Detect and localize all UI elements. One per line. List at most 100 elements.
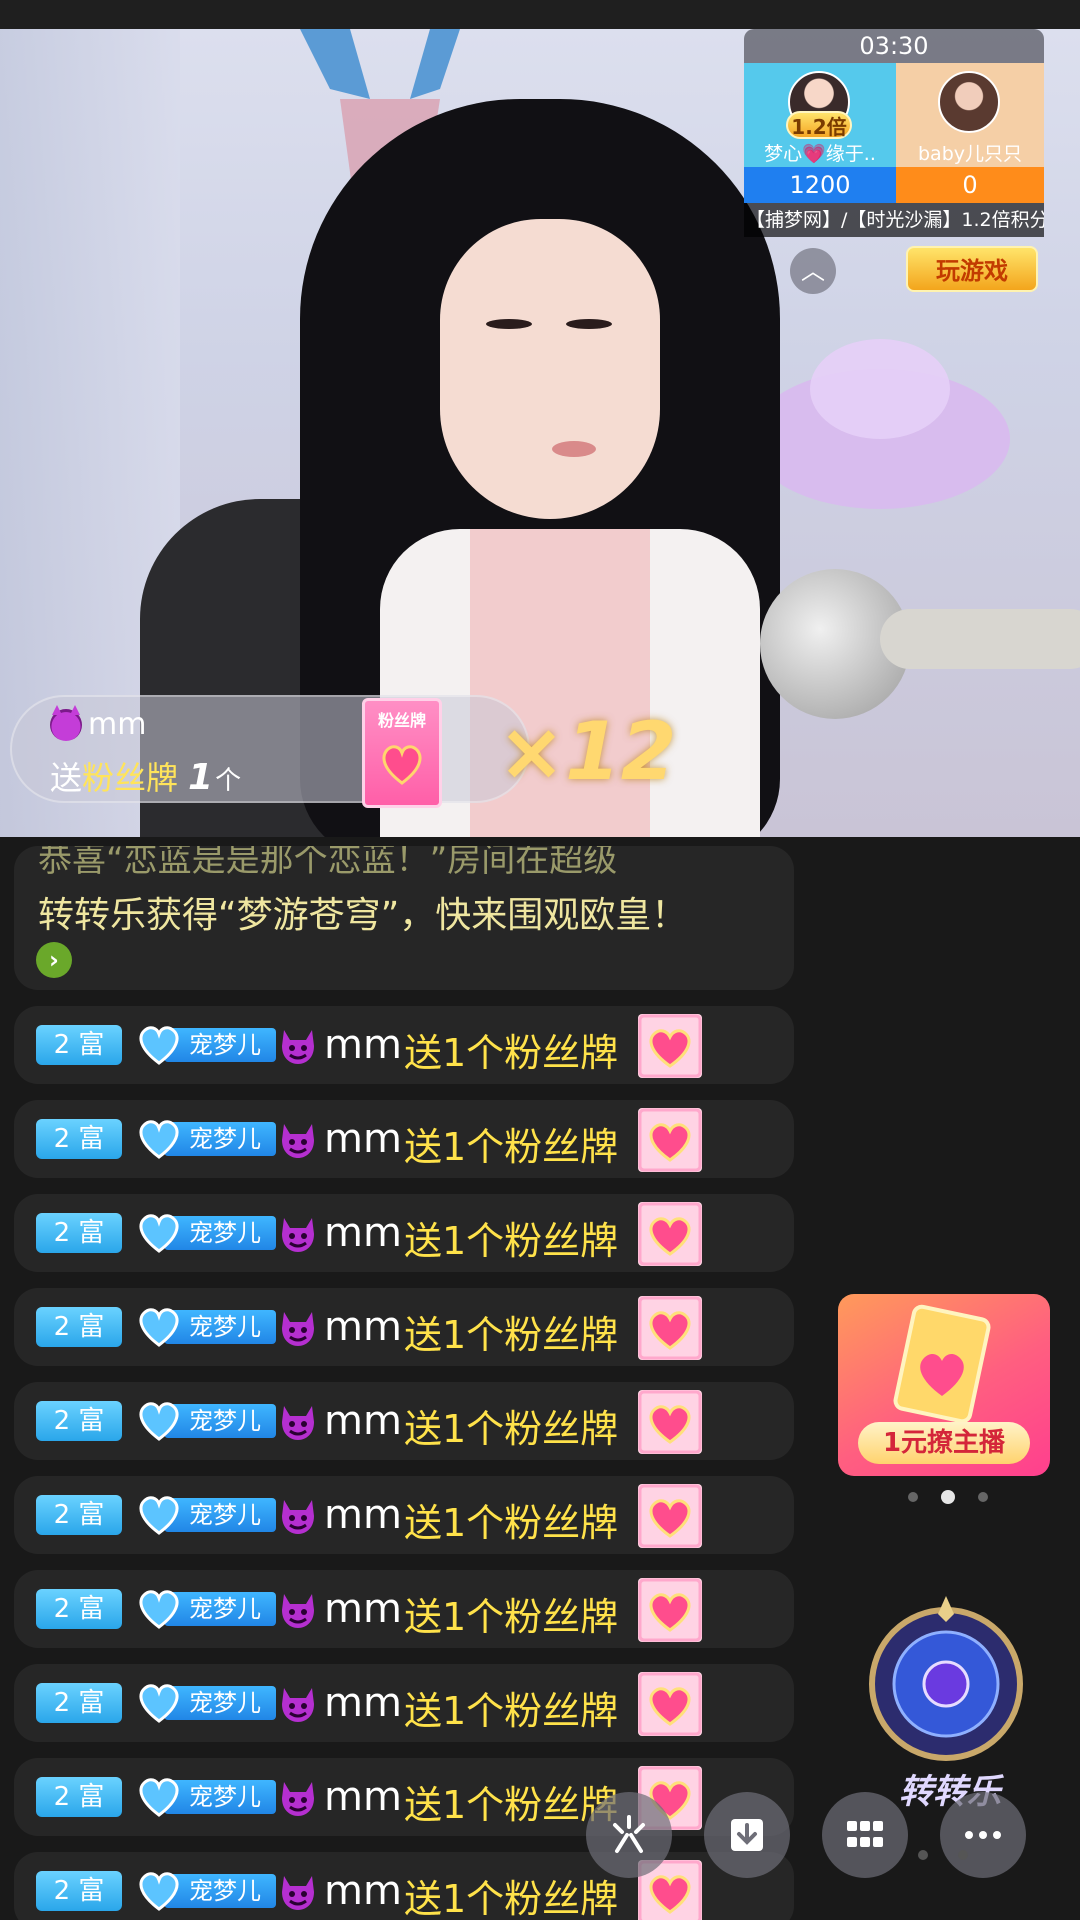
chat-row[interactable]: 2 富宠梦儿 mm 送1个粉丝牌 <box>14 1852 794 1920</box>
heart-icon <box>382 745 422 785</box>
chat-action-text: 送1个粉丝牌 <box>404 1407 619 1451</box>
heart-icon <box>139 1120 179 1159</box>
chat-action-text: 送1个粉丝牌 <box>404 1595 619 1639</box>
chat-action-text: 送1个粉丝牌 <box>404 1501 619 1545</box>
fan-card-gift-icon <box>638 1014 702 1078</box>
pk-left-score: 1200 <box>744 167 896 203</box>
chat-row[interactable]: 2 富宠梦儿 mm 送1个粉丝牌 <box>14 1664 794 1742</box>
heart-icon <box>139 1026 179 1065</box>
heart-icon <box>139 1308 179 1347</box>
devil-icon <box>282 1030 314 1064</box>
multiplier-badge: 1.2倍 <box>786 111 852 139</box>
pk-ticker: 【捕梦网】/【时光沙漏】1.2倍积分 <box>744 203 1044 237</box>
chat-action-text: 送1个粉丝牌 <box>404 1031 619 1075</box>
heart-icon <box>139 1214 179 1253</box>
fan-club-badge[interactable]: 宠梦儿 <box>136 1681 276 1725</box>
heart-icon <box>139 1590 179 1629</box>
more-button[interactable] <box>940 1792 1026 1878</box>
sparkle-button[interactable] <box>586 1792 672 1878</box>
chat-action-text: 送1个粉丝牌 <box>404 1877 619 1920</box>
play-game-button[interactable]: 玩游戏 <box>906 246 1038 292</box>
go-arrow-icon[interactable]: › <box>36 942 72 978</box>
fan-card-gift-icon <box>638 1296 702 1360</box>
fan-club-badge[interactable]: 宠梦儿 <box>136 1399 276 1443</box>
gift-sender-name: mm <box>88 707 147 742</box>
download-icon <box>731 1819 763 1851</box>
promo-card[interactable]: 1元撩主播 <box>838 1294 1050 1476</box>
fan-club-badge[interactable]: 宠梦儿 <box>136 1211 276 1255</box>
chat-username[interactable]: mm <box>324 1304 402 1350</box>
wealth-level-badge[interactable]: 2 富 <box>36 1025 122 1065</box>
fan-club-badge[interactable]: 宠梦儿 <box>136 1493 276 1537</box>
chat-username[interactable]: mm <box>324 1022 402 1068</box>
wealth-level-badge[interactable]: 2 富 <box>36 1683 122 1723</box>
fan-club-badge[interactable]: 宠梦儿 <box>136 1587 276 1631</box>
heart-icon <box>139 1684 179 1723</box>
pk-battle-panel[interactable]: 03:30 1.2倍 梦心💗缘于.. baby儿只只 1200 0 【捕梦网】/… <box>744 29 1044 239</box>
gift-unit: 个 <box>215 766 242 796</box>
chat-username[interactable]: mm <box>324 1210 402 1256</box>
fan-club-badge[interactable]: 宠梦儿 <box>136 1775 276 1819</box>
pk-right-host[interactable]: baby儿只只 <box>896 63 1044 167</box>
chat-username[interactable]: mm <box>324 1868 402 1914</box>
chat-username[interactable]: mm <box>324 1586 402 1632</box>
chat-row[interactable]: 2 富宠梦儿 mm 送1个粉丝牌 <box>14 1006 794 1084</box>
pk-right-score: 0 <box>896 167 1044 203</box>
chat-username[interactable]: mm <box>324 1398 402 1444</box>
wealth-level-badge[interactable]: 2 富 <box>36 1871 122 1911</box>
chat-action-text: 送1个粉丝牌 <box>404 1689 619 1733</box>
page-dot <box>918 1850 928 1860</box>
system-message[interactable]: 恭喜“恋蓝是是那个恋蓝！”房间在超级 转转乐获得“梦游苍穹”，快来围观欧皇！ › <box>14 846 794 990</box>
status-bar <box>0 0 1080 29</box>
wealth-level-badge[interactable]: 2 富 <box>36 1401 122 1441</box>
download-button[interactable] <box>704 1792 790 1878</box>
apps-button[interactable] <box>822 1792 908 1878</box>
gift-description: 送 粉丝牌 1 个 <box>50 753 241 799</box>
chat-row[interactable]: 2 富宠梦儿 mm 送1个粉丝牌 <box>14 1194 794 1272</box>
chat-row[interactable]: 2 富宠梦儿 mm 送1个粉丝牌 <box>14 1476 794 1554</box>
page-dot <box>958 1850 968 1860</box>
wealth-level-badge[interactable]: 2 富 <box>36 1213 122 1253</box>
fan-club-badge[interactable]: 宠梦儿 <box>136 1117 276 1161</box>
chat-action-text: 送1个粉丝牌 <box>404 1783 619 1827</box>
chat-username[interactable]: mm <box>324 1116 402 1162</box>
gift-banner: mm 送 粉丝牌 1 个 <box>10 695 530 803</box>
microphone-arm <box>880 609 1080 669</box>
wealth-level-badge[interactable]: 2 富 <box>36 1495 122 1535</box>
system-message-previous-line: 恭喜“恋蓝是是那个恋蓝！”房间在超级 <box>38 846 618 880</box>
chat-username[interactable]: mm <box>324 1680 402 1726</box>
devil-icon <box>282 1406 314 1440</box>
pk-left-host[interactable]: 1.2倍 梦心💗缘于.. <box>744 63 896 167</box>
gift-sender: mm <box>50 704 147 742</box>
wealth-level-badge[interactable]: 2 富 <box>36 1119 122 1159</box>
carousel-dot[interactable] <box>908 1492 918 1502</box>
chat-action-text: 送1个粉丝牌 <box>404 1219 619 1263</box>
fan-club-badge[interactable]: 宠梦儿 <box>136 1023 276 1067</box>
chat-username[interactable]: mm <box>324 1774 402 1820</box>
fan-club-badge[interactable]: 宠梦儿 <box>136 1869 276 1913</box>
fan-card-icon <box>893 1304 991 1424</box>
chat-username[interactable]: mm <box>324 1492 402 1538</box>
chat-row[interactable]: 2 富宠梦儿 mm 送1个粉丝牌 <box>14 1570 794 1648</box>
gift-verb: 送 <box>50 759 83 797</box>
collapse-button[interactable]: ︿ <box>790 248 836 294</box>
devil-icon <box>282 1500 314 1534</box>
wealth-level-badge[interactable]: 2 富 <box>36 1589 122 1629</box>
carousel-dot[interactable] <box>978 1492 988 1502</box>
live-room-screen: 03:30 1.2倍 梦心💗缘于.. baby儿只只 1200 0 【捕梦网】/… <box>0 0 1080 1920</box>
wealth-level-badge[interactable]: 2 富 <box>36 1777 122 1817</box>
eye <box>486 319 532 329</box>
spin-wheel-icon[interactable] <box>856 1592 1036 1782</box>
fan-club-badge[interactable]: 宠梦儿 <box>136 1305 276 1349</box>
chat-row[interactable]: 2 富宠梦儿 mm 送1个粉丝牌 <box>14 1758 794 1836</box>
carousel-dot-active[interactable] <box>941 1490 955 1504</box>
devil-icon <box>282 1124 314 1158</box>
promo-carousel-dots[interactable] <box>908 1490 988 1504</box>
chat-row[interactable]: 2 富宠梦儿 mm 送1个粉丝牌 <box>14 1288 794 1366</box>
chat-row[interactable]: 2 富宠梦儿 mm 送1个粉丝牌 <box>14 1100 794 1178</box>
wealth-level-badge[interactable]: 2 富 <box>36 1307 122 1347</box>
chat-row[interactable]: 2 富宠梦儿 mm 送1个粉丝牌 <box>14 1382 794 1460</box>
devil-icon <box>282 1312 314 1346</box>
avatar[interactable] <box>938 71 1000 133</box>
pk-right-name: baby儿只只 <box>917 143 1022 165</box>
